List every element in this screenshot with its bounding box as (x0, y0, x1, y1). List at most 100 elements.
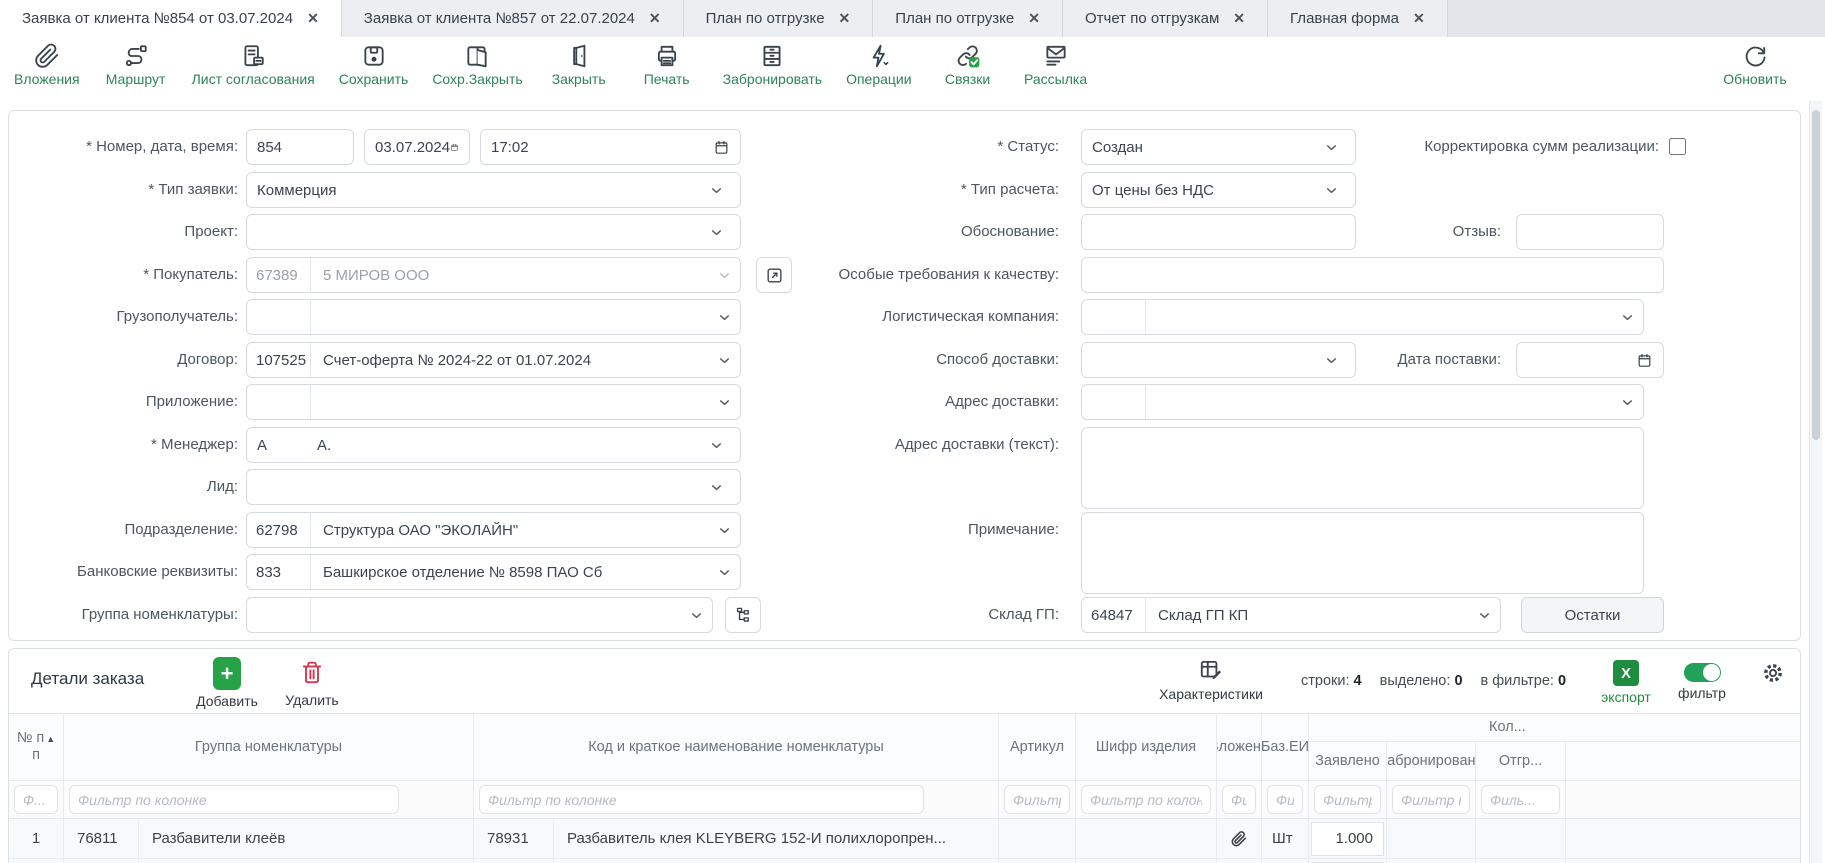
appendix-field[interactable] (246, 384, 741, 420)
warehouse-name[interactable]: Склад ГП КП (1146, 607, 1477, 624)
nomenclature-group-field[interactable] (246, 597, 713, 633)
consignee-field[interactable] (246, 299, 741, 335)
remainders-button[interactable]: Остатки (1521, 597, 1664, 633)
mailing-button[interactable]: Рассылка (1024, 43, 1088, 87)
cell-requested[interactable]: 1.000 (1309, 859, 1387, 863)
table-settings-button[interactable] (1751, 661, 1795, 685)
tab-shipping-plan-1[interactable]: План по отгрузке✕ (684, 0, 874, 37)
logistics-company-code[interactable] (1082, 300, 1146, 334)
manager-select[interactable]: А А. (246, 427, 741, 463)
filter-input-reserved[interactable] (1392, 785, 1470, 814)
contract-field[interactable]: 107525 Счет-оферта № 2024-22 от 01.07.20… (246, 342, 741, 378)
cell-attachments[interactable] (1217, 859, 1262, 863)
tab-shipping-report[interactable]: Отчет по отгрузкам✕ (1063, 0, 1268, 37)
contract-code[interactable]: 107525 (247, 343, 311, 377)
delete-row-button[interactable]: Удалить (277, 657, 347, 708)
division-name[interactable]: Структура ОАО "ЭКОЛАЙН" (311, 522, 717, 539)
add-row-button[interactable]: + Добавить (187, 657, 267, 709)
delivery-address-text-area[interactable] (1081, 427, 1644, 509)
division-field[interactable]: 62798 Структура ОАО "ЭКОЛАЙН" (246, 512, 741, 548)
print-button[interactable]: Печать (635, 43, 699, 87)
save-close-button[interactable]: Сохр.Закрыть (432, 43, 522, 87)
filter-toggle[interactable]: фильтр (1667, 657, 1737, 701)
bank-details-field[interactable]: 833 Башкирское отделение № 8598 ПАО Сб (246, 554, 741, 590)
appendix-code[interactable] (247, 385, 311, 419)
close-button[interactable]: Закрыть (547, 43, 611, 87)
filter-input-attachments[interactable] (1222, 785, 1256, 814)
characteristics-button[interactable]: Характеристики (1136, 657, 1286, 702)
filter-input-shipped[interactable] (1481, 785, 1560, 814)
column-header-requested[interactable]: Заявлено (1309, 742, 1387, 780)
logistics-company-field[interactable] (1081, 299, 1644, 335)
column-header-article[interactable]: Артикул (999, 714, 1076, 780)
review-input[interactable] (1516, 214, 1664, 250)
quality-requirements-input[interactable] (1081, 257, 1664, 293)
bank-code[interactable]: 833 (247, 555, 311, 589)
column-header-num[interactable]: № п▲п (9, 714, 64, 780)
close-icon[interactable]: ✕ (649, 10, 661, 27)
column-header-shipped[interactable]: Отгр... (1476, 742, 1566, 780)
column-header-group[interactable]: Группа номенклатуры (64, 714, 474, 780)
close-icon[interactable]: ✕ (1413, 10, 1425, 27)
nomenclature-group-code[interactable] (247, 598, 311, 632)
cell-requested[interactable]: 1.000 (1309, 819, 1387, 858)
table-row[interactable]: 1 76811 Разбавители клеёв 78931 Разбавит… (9, 819, 1800, 859)
filter-input-unit[interactable] (1267, 785, 1303, 814)
close-icon[interactable]: ✕ (1233, 10, 1245, 27)
save-button[interactable]: Сохранить (339, 43, 409, 87)
export-excel-button[interactable]: X экспорт (1591, 657, 1661, 705)
contract-name[interactable]: Счет-оферта № 2024-22 от 01.07.2024 (311, 352, 717, 369)
lead-select[interactable] (246, 469, 741, 505)
approval-sheet-button[interactable]: Лист согласования (192, 43, 315, 87)
attachments-button[interactable]: Вложения (14, 43, 80, 87)
delivery-address-code[interactable] (1082, 385, 1146, 419)
division-code[interactable]: 62798 (247, 513, 311, 547)
vertical-scrollbar[interactable] (1809, 101, 1822, 863)
column-header-item[interactable]: Код и краткое наименование номенклатуры (474, 714, 999, 780)
table-row[interactable]: 2 76… М… 80… М… Шт 1.000 (9, 859, 1800, 863)
filter-input-cipher[interactable] (1081, 785, 1211, 814)
time-input[interactable]: 17:02 (480, 129, 741, 165)
date-input[interactable]: 03.07.2024 (364, 129, 470, 165)
delivery-address-field[interactable] (1081, 384, 1644, 420)
request-type-select[interactable]: Коммерция (246, 172, 741, 208)
close-icon[interactable]: ✕ (307, 10, 319, 27)
filter-input-item[interactable] (479, 785, 924, 814)
links-button[interactable]: Связки (936, 43, 1000, 87)
calendar-icon[interactable] (450, 139, 459, 156)
scrollbar-thumb[interactable] (1812, 110, 1820, 440)
column-header-reserved[interactable]: Забронировано (1387, 742, 1476, 780)
filter-input-article[interactable] (1004, 785, 1070, 814)
operations-button[interactable]: Операции (846, 43, 912, 87)
consignee-code[interactable] (247, 300, 311, 334)
refresh-button[interactable]: Обновить (1723, 43, 1787, 87)
tab-request-854[interactable]: Заявка от клиента №854 от 03.07.2024✕ (0, 0, 342, 37)
column-header-unit[interactable]: Баз.ЕИ (1262, 714, 1309, 780)
warehouse-code[interactable]: 64847 (1082, 598, 1146, 632)
close-icon[interactable]: ✕ (839, 10, 851, 27)
close-icon[interactable]: ✕ (1028, 10, 1040, 27)
status-select[interactable]: Создан (1081, 129, 1356, 165)
note-text-area[interactable] (1081, 512, 1644, 594)
buyer-field[interactable]: 67389 5 МИРОВ ООО (246, 257, 741, 293)
tab-request-857[interactable]: Заявка от клиента №857 от 22.07.2024✕ (342, 0, 684, 37)
calendar-icon[interactable] (1636, 352, 1653, 369)
bank-name[interactable]: Башкирское отделение № 8598 ПАО Сб (311, 564, 717, 581)
project-select[interactable] (246, 214, 741, 250)
tab-main-form[interactable]: Главная форма✕ (1268, 0, 1448, 37)
warehouse-field[interactable]: 64847 Склад ГП КП (1081, 597, 1501, 633)
delivery-date-input[interactable] (1516, 342, 1664, 378)
column-header-cipher[interactable]: Шифр изделия (1076, 714, 1217, 780)
filter-input-group[interactable] (69, 785, 399, 814)
tab-shipping-plan-2[interactable]: План по отгрузке✕ (873, 0, 1063, 37)
calc-type-select[interactable]: От цены без НДС (1081, 172, 1356, 208)
cell-attachments[interactable] (1217, 819, 1262, 858)
route-button[interactable]: Маршрут (104, 43, 168, 87)
filter-input-requested[interactable] (1314, 785, 1381, 814)
justification-input[interactable] (1081, 214, 1356, 250)
filter-input-num[interactable] (14, 785, 58, 814)
reserve-button[interactable]: Забронировать (723, 43, 822, 87)
correction-checkbox[interactable] (1669, 138, 1686, 155)
delivery-method-select[interactable] (1081, 342, 1356, 378)
column-header-attachments[interactable]: Вложени (1217, 714, 1262, 780)
